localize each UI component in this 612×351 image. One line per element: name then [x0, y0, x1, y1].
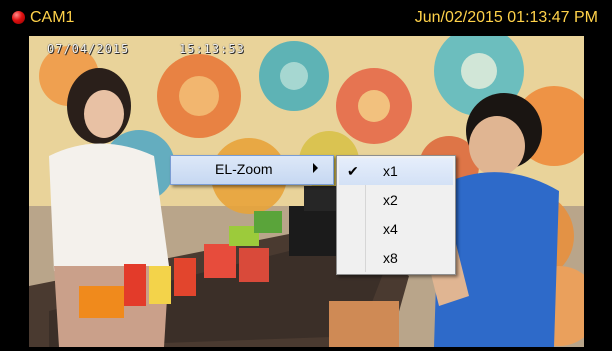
- zoom-option-x2[interactable]: x2: [339, 187, 453, 214]
- zoom-option-x8[interactable]: x8: [339, 245, 453, 272]
- chevron-right-icon: [313, 163, 318, 173]
- zoom-submenu: ✔ x1 x2 x4 x8: [336, 155, 456, 275]
- menu-item-label: EL-Zoom: [215, 161, 273, 177]
- record-indicator-icon: [12, 11, 25, 24]
- osd-time: 15:13:53: [179, 42, 245, 56]
- checkmark-icon: ✔: [347, 163, 359, 179]
- zoom-option-label: x2: [383, 192, 398, 208]
- video-feed[interactable]: 07/04/2015 15:13:53: [29, 36, 584, 347]
- camera-window: CAM1 Jun/02/2015 01:13:47 PM 07/04/2015 …: [0, 0, 612, 351]
- context-menu: EL-Zoom: [170, 155, 334, 185]
- zoom-option-label: x4: [383, 221, 398, 237]
- zoom-option-x4[interactable]: x4: [339, 216, 453, 243]
- current-timestamp: Jun/02/2015 01:13:47 PM: [414, 9, 598, 26]
- video-frame-image: [29, 36, 584, 347]
- camera-name: CAM1: [30, 9, 75, 26]
- zoom-option-label: x8: [383, 250, 398, 266]
- osd-date: 07/04/2015: [47, 42, 130, 56]
- menu-item-el-zoom[interactable]: EL-Zoom: [171, 156, 333, 184]
- zoom-option-label: x1: [383, 163, 398, 179]
- camera-titlebar: CAM1 Jun/02/2015 01:13:47 PM: [0, 0, 612, 34]
- zoom-option-x1[interactable]: ✔ x1: [339, 158, 453, 185]
